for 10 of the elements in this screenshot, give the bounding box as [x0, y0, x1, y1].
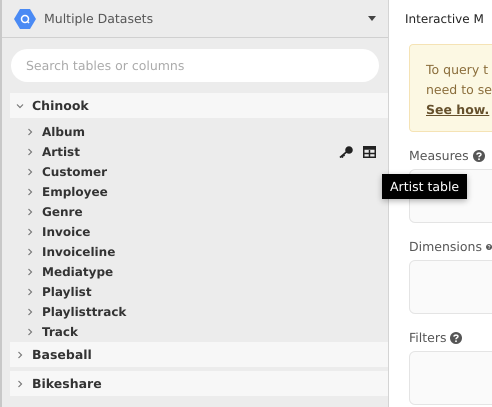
- dataset-name: Chinook: [32, 98, 89, 113]
- notice-text: To query t: [426, 61, 490, 79]
- dataset-name: Bikeshare: [32, 376, 102, 391]
- section-label: Dimensions: [409, 239, 482, 254]
- section-label: Measures: [409, 148, 469, 163]
- dataset-name: Baseball: [32, 347, 92, 362]
- dataset-title: Multiple Datasets: [44, 11, 154, 26]
- tooltip: Artist table: [382, 174, 468, 199]
- notice-text: need to se: [426, 81, 492, 99]
- section-label: Filters: [409, 330, 446, 345]
